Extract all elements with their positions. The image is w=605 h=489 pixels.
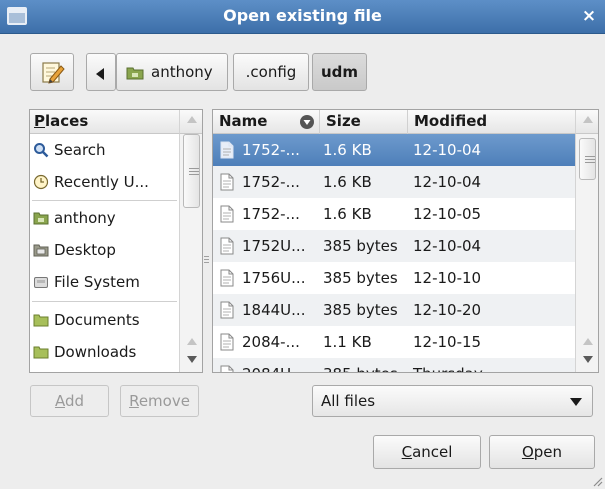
file-size: 1.1 KB [323,333,372,351]
desktop-folder-icon [33,244,49,257]
file-modified: 12-10-10 [413,269,482,287]
file-modified: 12-10-20 [413,301,482,319]
file-list-header: Name Size Modified [213,110,575,134]
file-list-pane: Name Size Modified 1752-... 1.6 KB 12-10-0… [212,109,599,373]
filter-value: All files [321,392,376,410]
table-row[interactable]: 1756U... 385 bytes 12-10-10 [213,262,575,294]
column-modified[interactable]: Modified [408,110,575,134]
file-name: 1752-... [242,141,300,159]
back-button[interactable] [86,53,116,91]
cancel-button[interactable]: Cancel [373,435,481,469]
places-separator [32,200,177,201]
file-modified: 12-10-05 [413,205,482,223]
places-item-desktop[interactable]: Desktop [30,234,179,266]
file-modified: Thursday [413,358,483,372]
table-row[interactable]: 2084U... 385 bytes Thursday [213,358,575,372]
file-name: 1844U... [242,301,306,319]
close-button[interactable]: × [579,5,599,27]
table-row[interactable]: 1752U... 385 bytes 12-10-04 [213,230,575,262]
scroll-up-icon[interactable] [187,116,197,123]
breadcrumb-anthony[interactable]: anthony [116,53,228,91]
file-name: 2084-... [242,333,300,351]
recent-clock-icon [33,174,49,190]
document-icon [220,269,234,287]
folder-icon [33,314,49,327]
breadcrumb-udm[interactable]: udm [312,53,367,91]
breadcrumb-config[interactable]: .config [233,53,309,91]
file-size: 1.6 KB [323,205,372,223]
table-row[interactable]: 1752-... 1.6 KB 12-10-04 [213,166,575,198]
file-modified: 12-10-04 [413,173,482,191]
document-icon [220,141,234,159]
file-name: 1752-... [242,173,300,191]
chevron-down-icon [570,398,582,406]
places-item-search[interactable]: Search [30,134,179,166]
home-folder-icon [126,67,144,80]
places-header[interactable]: Places [30,110,179,134]
places-scroll-thumb[interactable] [183,134,200,208]
file-size: 385 bytes [323,237,398,255]
folder-icon [33,346,49,359]
places-separator [32,301,177,302]
places-scrollbar[interactable] [179,116,202,372]
scroll-down-icon[interactable] [187,356,197,363]
column-size[interactable]: Size [320,110,408,134]
document-icon [220,237,234,255]
table-row[interactable]: 2084-... 1.1 KB 12-10-15 [213,326,575,358]
table-row[interactable]: 1752-... 1.6 KB 12-10-04 [213,134,575,166]
pencil-notepad-icon [42,62,65,84]
file-size: 385 bytes [323,301,398,319]
places-pane: Places Search Recently U... anthony Desk… [29,109,203,373]
drive-icon [34,277,48,288]
column-name[interactable]: Name [213,110,320,134]
file-size: 385 bytes [323,269,398,287]
file-size: 1.6 KB [323,173,372,191]
file-filter-select[interactable]: All files [312,385,593,417]
places-item-recent[interactable]: Recently U... [30,166,179,198]
file-name: 1752-... [242,205,300,223]
file-modified: 12-10-04 [413,237,482,255]
resize-grip-icon[interactable] [591,475,603,487]
open-button[interactable]: Open [489,435,595,469]
document-icon [220,301,234,319]
add-button[interactable]: Add [30,385,109,417]
file-name: 1756U... [242,269,306,287]
files-scrollbar[interactable] [575,116,598,372]
file-name: 2084U... [242,358,305,372]
document-icon [220,205,234,223]
places-item-anthony[interactable]: anthony [30,202,179,234]
file-name: 1752U... [242,237,306,255]
table-row[interactable]: 1752-... 1.6 KB 12-10-05 [213,198,575,230]
remove-button[interactable]: Remove [120,385,199,417]
search-icon [34,143,49,158]
scroll-up-icon[interactable] [187,338,197,345]
pane-resize-handle[interactable] [204,256,210,268]
scroll-down-icon[interactable] [583,356,593,363]
places-item-documents[interactable]: Documents [30,304,179,336]
window-title: Open existing file [223,6,382,25]
file-size: 1.6 KB [323,141,372,159]
scroll-up-icon[interactable] [583,116,593,123]
document-icon [220,333,234,351]
document-icon [220,365,234,372]
document-icon [220,173,234,191]
scroll-up-icon[interactable] [583,338,593,345]
file-modified: 12-10-04 [413,141,482,159]
places-item-filesystem[interactable]: File System [30,266,179,298]
title-bar: Open existing file × [0,0,605,34]
file-size: 385 bytes [323,358,398,372]
type-location-button[interactable] [30,53,74,91]
sort-down-icon [300,115,314,129]
home-folder-icon [33,212,49,225]
files-scroll-thumb[interactable] [579,138,596,180]
left-triangle-icon [96,68,104,80]
breadcrumb-label: anthony [151,63,213,81]
table-row[interactable]: 1844U... 385 bytes 12-10-20 [213,294,575,326]
file-modified: 12-10-15 [413,333,482,351]
places-item-downloads[interactable]: Downloads [30,336,179,368]
